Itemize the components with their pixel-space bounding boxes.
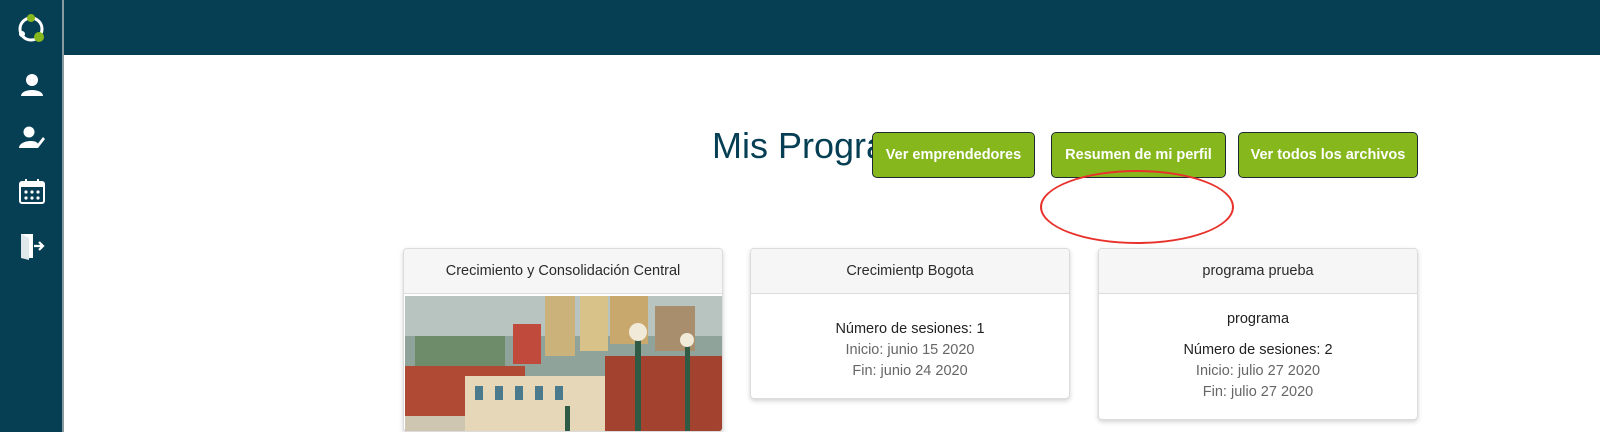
resumen-perfil-button[interactable]: Resumen de mi perfil bbox=[1051, 132, 1226, 178]
start-date: Inicio: julio 27 2020 bbox=[1195, 363, 1321, 379]
sessions-count: Número de sesiones: 2 bbox=[1183, 342, 1333, 358]
program-card[interactable]: Crecimiento y Consolidación Central bbox=[403, 248, 723, 432]
program-card-title: programa prueba bbox=[1099, 249, 1417, 294]
program-card[interactable]: programa prueba programa Número de sesio… bbox=[1098, 248, 1418, 420]
program-image bbox=[405, 296, 722, 431]
program-card-title: Crecimiento y Consolidación Central bbox=[404, 249, 722, 294]
top-bar bbox=[0, 0, 1600, 55]
sessions-count: Número de sesiones: 1 bbox=[835, 321, 985, 337]
ver-emprendedores-button[interactable]: Ver emprendedores bbox=[872, 132, 1035, 178]
user-icon[interactable] bbox=[18, 71, 46, 99]
user-edit-icon[interactable] bbox=[18, 124, 46, 152]
sidebar bbox=[0, 0, 64, 432]
end-date: Fin: junio 24 2020 bbox=[852, 363, 968, 379]
ver-archivos-button[interactable]: Ver todos los archivos bbox=[1238, 132, 1418, 178]
logout-icon[interactable] bbox=[18, 232, 46, 260]
program-description: programa bbox=[1226, 311, 1290, 327]
program-card[interactable]: Crecimientp Bogota Número de sesiones: 1… bbox=[750, 248, 1070, 399]
app-logo-icon[interactable] bbox=[15, 13, 47, 45]
end-date: Fin: julio 27 2020 bbox=[1202, 384, 1314, 400]
calendar-icon[interactable] bbox=[18, 178, 46, 206]
program-card-title: Crecimientp Bogota bbox=[751, 249, 1069, 294]
start-date: Inicio: junio 15 2020 bbox=[845, 342, 975, 358]
